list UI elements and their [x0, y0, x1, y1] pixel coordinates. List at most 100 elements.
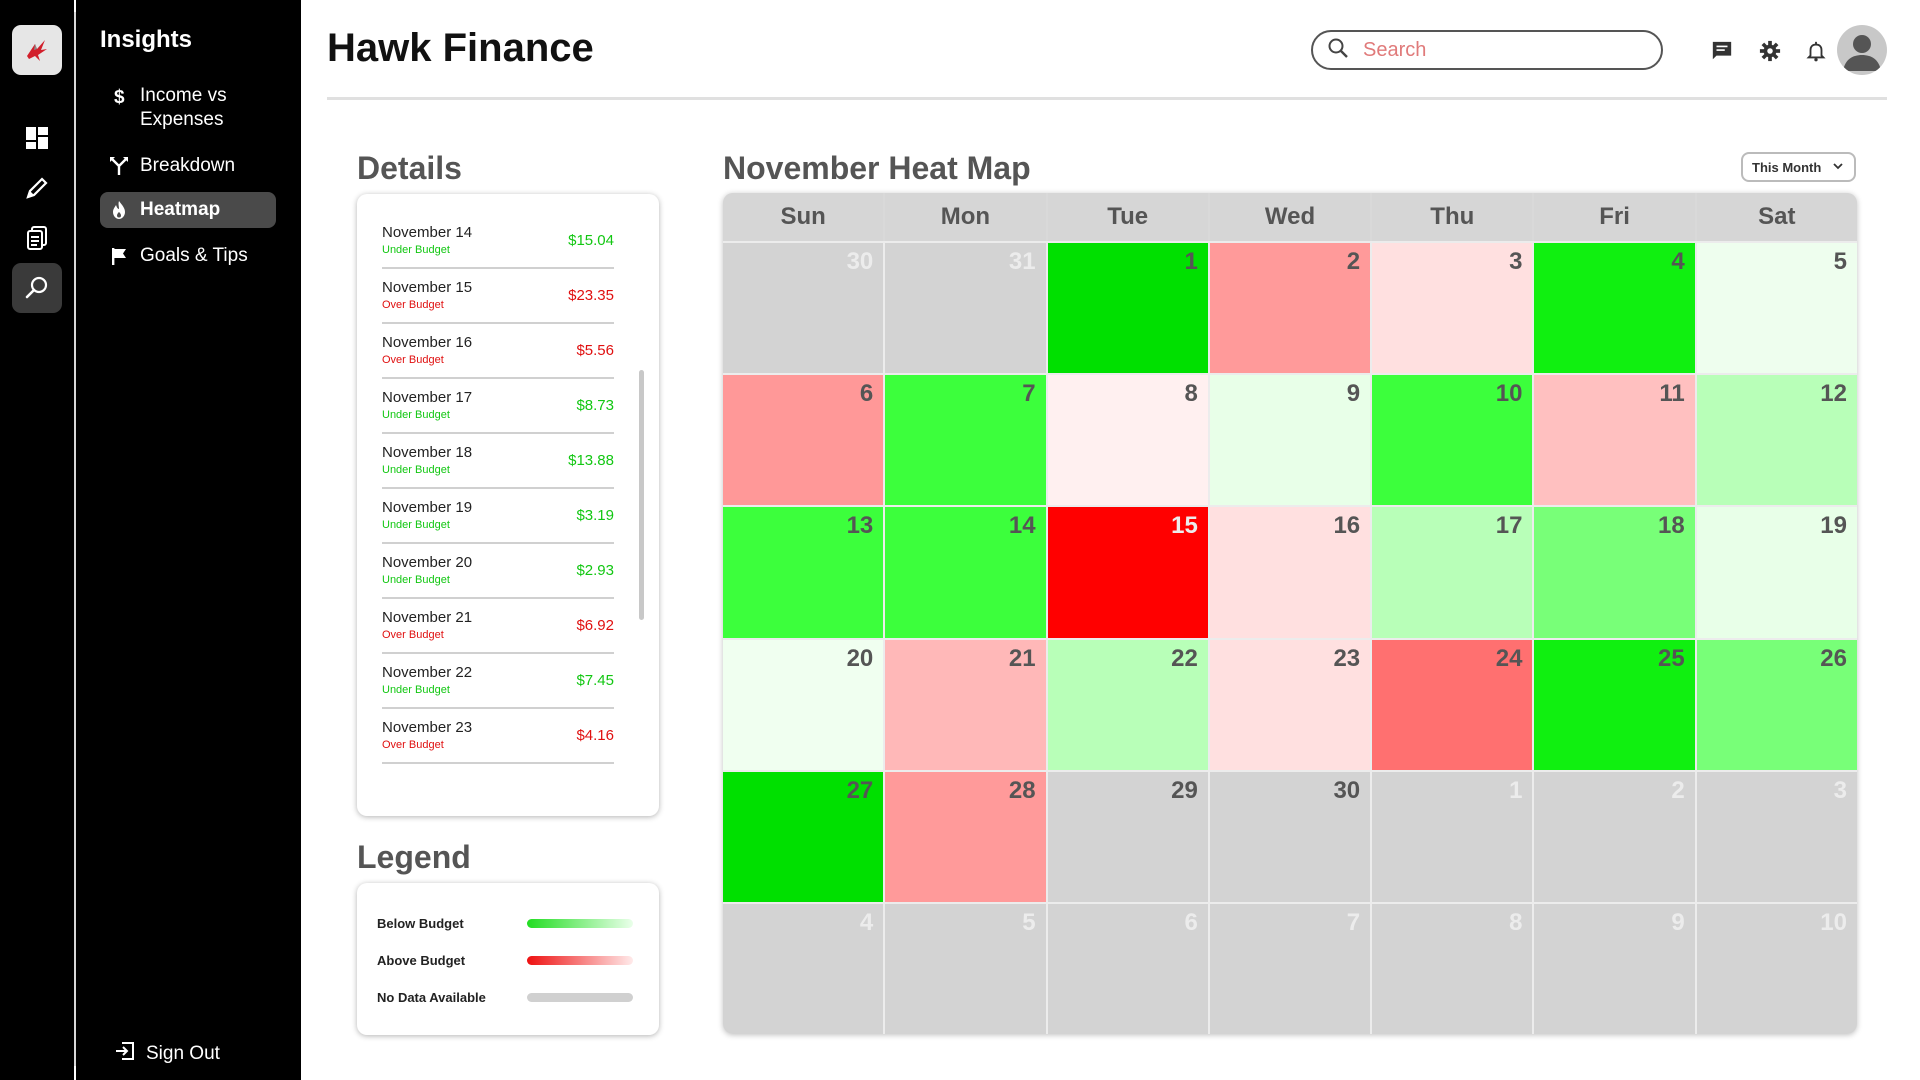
list-item[interactable]: November 20 Under Budget $2.93	[382, 544, 614, 599]
list-item[interactable]: November 21 Over Budget $6.92	[382, 599, 614, 654]
calendar-day-cell[interactable]: 1	[1047, 243, 1208, 374]
list-item[interactable]: November 19 Under Budget $3.19	[382, 489, 614, 544]
day-number: 7	[1022, 380, 1036, 408]
weekday-label: Sun	[723, 193, 884, 241]
detail-amount: $2.93	[576, 562, 614, 579]
bell-icon[interactable]	[1803, 38, 1829, 64]
day-number: 6	[859, 380, 874, 408]
calendar-day-cell[interactable]: 2	[1534, 771, 1695, 902]
calendar-day-cell[interactable]: 10	[1696, 903, 1857, 1034]
day-number: 28	[1008, 776, 1036, 804]
calendar-day-cell[interactable]: 11	[1534, 375, 1695, 506]
sidebar-item-breakdown[interactable]: Breakdown	[100, 148, 276, 184]
detail-amount: $23.35	[568, 287, 614, 304]
calendar-day-cell[interactable]: 7	[1209, 903, 1371, 1034]
calendar-grid: 30 31 1 2 3 4 5 6 7 8 9 10 11 12 13 14 15 16 17 18 19 20 21 22 2…	[723, 241, 1857, 1034]
avatar[interactable]	[1837, 25, 1887, 75]
detail-status: Under Budget	[382, 244, 450, 256]
calendar-day-cell[interactable]: 12	[1696, 375, 1857, 506]
calendar-day-cell[interactable]: 2	[1209, 243, 1371, 374]
dashboard-icon[interactable]	[12, 113, 62, 163]
calendar-day-cell[interactable]: 29	[1047, 771, 1208, 902]
calendar-day-cell[interactable]: 5	[1696, 243, 1857, 374]
calendar-day-cell[interactable]: 15	[1047, 507, 1208, 638]
day-number: 2	[1346, 248, 1361, 275]
calendar-day-cell[interactable]: 20	[723, 639, 884, 770]
calendar-day-cell[interactable]: 30	[1209, 771, 1371, 902]
weekday-label: Thu	[1372, 193, 1533, 241]
calendar-day-cell[interactable]: 26	[1696, 639, 1857, 770]
sidebar-item-goals-tips[interactable]: Goals & Tips	[100, 238, 276, 274]
calendar-day-cell[interactable]: 8	[1372, 903, 1533, 1034]
weekday-label: Fri	[1534, 193, 1695, 241]
calendar-day-cell[interactable]: 1	[1372, 771, 1533, 902]
calendar-day-cell[interactable]: 23	[1209, 639, 1371, 770]
day-number: 24	[1495, 644, 1523, 672]
calendar-day-cell[interactable]: 16	[1209, 507, 1371, 638]
day-number: 10	[1495, 380, 1523, 408]
search-input[interactable]	[1363, 38, 1623, 62]
detail-status: Under Budget	[382, 519, 450, 531]
weekday-label: Mon	[885, 193, 1046, 241]
insights-icon[interactable]	[12, 263, 62, 313]
calendar-day-cell[interactable]: 24	[1372, 639, 1533, 770]
sidebar-item-income-vs-expenses[interactable]: $ Income vs Expenses	[100, 78, 276, 138]
gear-icon[interactable]	[1757, 38, 1783, 64]
calendar-day-cell[interactable]: 7	[885, 375, 1046, 506]
calendar-day-cell[interactable]: 22	[1047, 639, 1208, 770]
calendar-day-cell[interactable]: 3	[1696, 771, 1857, 902]
list-item[interactable]: November 17 Under Budget $8.73	[382, 379, 614, 434]
detail-date: November 20	[382, 554, 473, 571]
detail-date: November 17	[382, 389, 473, 406]
calendar-day-cell[interactable]: 19	[1696, 507, 1857, 638]
svg-text:$: $	[114, 87, 125, 106]
day-number: 17	[1495, 512, 1523, 540]
calendar-day-cell[interactable]: 5	[885, 903, 1046, 1034]
calendar-day-cell[interactable]: 17	[1372, 507, 1533, 638]
list-item[interactable]: November 14 Under Budget $15.04	[382, 214, 614, 269]
details-scrollbar[interactable]	[639, 370, 644, 620]
calendar-day-cell[interactable]: 31	[885, 243, 1046, 374]
calendar-day-cell[interactable]: 9	[1534, 903, 1695, 1034]
legend-label: Above Budget	[377, 952, 466, 968]
calendar-day-cell[interactable]: 21	[885, 639, 1046, 770]
sidebar-item-label: Goals & Tips	[140, 245, 248, 266]
detail-status: Over Budget	[382, 299, 444, 311]
calendar-day-cell[interactable]: 8	[1047, 375, 1208, 506]
list-item[interactable]: November 15 Over Budget $23.35	[382, 269, 614, 324]
calendar-day-cell[interactable]: 10	[1372, 375, 1533, 506]
list-item[interactable]: November 18 Under Budget $13.88	[382, 434, 614, 489]
calendar-day-cell[interactable]: 14	[885, 507, 1046, 638]
sign-out-button[interactable]: Sign Out	[114, 1040, 220, 1068]
calendar-day-cell[interactable]: 6	[1047, 903, 1208, 1034]
range-select[interactable]: This Month	[1741, 152, 1856, 182]
calendar-day-cell[interactable]: 27	[723, 771, 884, 902]
sidebar-item-label: Heatmap	[140, 199, 221, 220]
day-number: 19	[1820, 512, 1847, 540]
calendar-day-cell[interactable]: 4	[1534, 243, 1695, 374]
calendar-day-cell[interactable]: 28	[885, 771, 1046, 902]
detail-date: November 18	[382, 444, 473, 461]
sidebar-item-label: Income vs Expenses	[140, 85, 227, 130]
calendar-day-cell[interactable]: 25	[1534, 639, 1695, 770]
chat-icon[interactable]	[1709, 38, 1735, 64]
documents-icon[interactable]	[12, 213, 62, 263]
list-item[interactable]: November 23 Over Budget $4.16	[382, 709, 614, 764]
list-item[interactable]: November 22 Under Budget $7.45	[382, 654, 614, 709]
day-number: 9	[1346, 380, 1361, 408]
calendar-day-cell[interactable]: 30	[723, 243, 884, 374]
calendar-day-cell[interactable]: 13	[723, 507, 884, 638]
sidebar-item-heatmap[interactable]: Heatmap	[100, 192, 276, 228]
day-number: 6	[1184, 908, 1198, 936]
insights-sidebar: Insights $ Income vs Expenses Breakdown …	[76, 0, 301, 1080]
pencil-icon[interactable]	[12, 163, 62, 213]
calendar-day-cell[interactable]: 4	[723, 903, 884, 1034]
calendar-day-cell[interactable]: 6	[723, 375, 884, 506]
list-item[interactable]: November 16 Over Budget $5.56	[382, 324, 614, 379]
calendar-day-cell[interactable]: 3	[1372, 243, 1533, 374]
search-bar[interactable]	[1311, 30, 1663, 70]
calendar-day-cell[interactable]: 9	[1209, 375, 1371, 506]
day-number: 14	[1008, 512, 1036, 540]
logo-icon[interactable]	[12, 25, 62, 75]
calendar-day-cell[interactable]: 18	[1534, 507, 1695, 638]
